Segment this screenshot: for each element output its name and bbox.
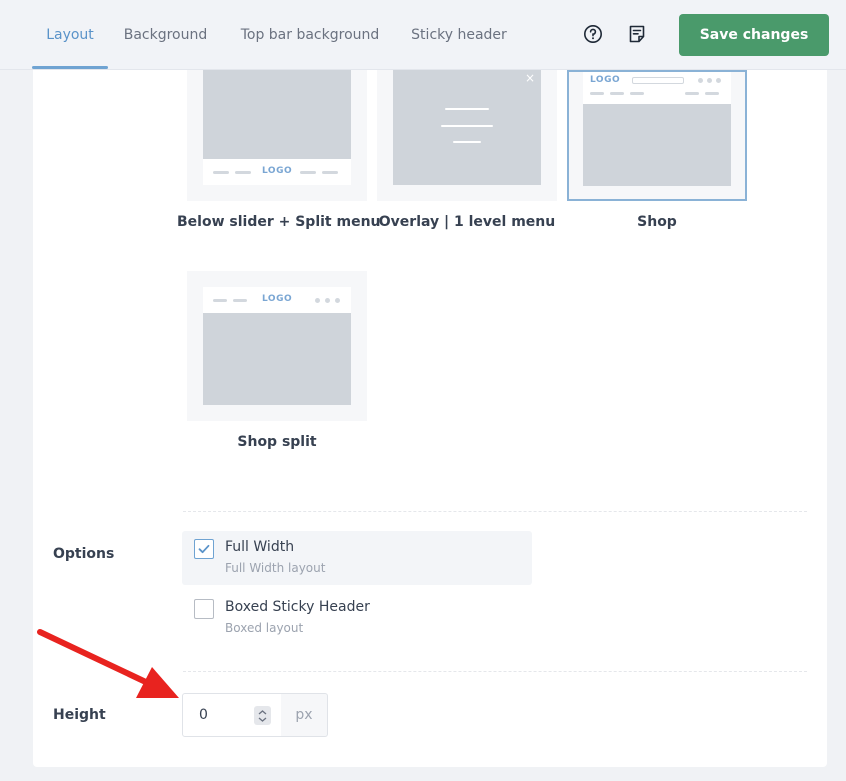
options-label: Options: [53, 546, 115, 562]
divider: [183, 671, 807, 672]
tab-top-bar-background[interactable]: Top bar background: [232, 0, 388, 70]
layout-card-overlay[interactable]: ×: [377, 70, 557, 201]
option-title: Boxed Sticky Header: [225, 599, 370, 615]
layout-label: Below slider + Split menu: [177, 214, 381, 230]
chevron-up-icon[interactable]: [258, 709, 267, 715]
content-preview: [203, 313, 351, 405]
tab-layout[interactable]: Layout: [32, 0, 108, 70]
option-title: Full Width: [225, 539, 295, 555]
header-preview: LOGO: [203, 287, 351, 313]
height-stepper[interactable]: [254, 706, 271, 725]
settings-panel: LOGO Below slider + Split menu × Overlay…: [33, 70, 827, 767]
menu-preview: LOGO: [203, 159, 351, 185]
save-changes-button[interactable]: Save changes: [679, 14, 829, 56]
top-bar: Layout Background Top bar background Sti…: [0, 0, 846, 70]
full-width-checkbox[interactable]: [194, 539, 214, 559]
divider: [183, 511, 807, 512]
logo-text: LOGO: [262, 166, 293, 176]
layout-card-shop-split[interactable]: LOGO: [187, 271, 367, 421]
chevron-down-icon[interactable]: [258, 717, 267, 722]
notes-icon[interactable]: [626, 23, 648, 45]
height-unit: px: [281, 693, 328, 737]
active-tab-indicator: [32, 66, 108, 69]
height-input-wrapper: [182, 693, 282, 737]
layout-card-shop[interactable]: LOGO: [567, 70, 747, 201]
full-width-option[interactable]: Full Width Full Width layout: [182, 531, 532, 585]
logo-text: LOGO: [590, 75, 621, 85]
layout-card-below-slider[interactable]: LOGO: [187, 70, 367, 201]
layout-label: Shop split: [237, 434, 317, 450]
tab-sticky-header[interactable]: Sticky header: [405, 0, 513, 70]
boxed-sticky-header-checkbox[interactable]: [194, 599, 214, 619]
close-icon: ×: [525, 71, 536, 85]
option-subtitle: Full Width layout: [225, 561, 326, 575]
tab-background[interactable]: Background: [118, 0, 213, 70]
logo-text: LOGO: [262, 294, 293, 304]
layout-label: Shop: [637, 214, 677, 230]
check-icon: [198, 544, 210, 554]
slider-preview: [203, 70, 351, 159]
content-preview: [583, 104, 731, 186]
height-input[interactable]: [183, 694, 253, 736]
height-label: Height: [53, 707, 106, 723]
layout-label: Overlay | 1 level menu: [378, 214, 556, 230]
boxed-sticky-header-option[interactable]: Boxed Sticky Header Boxed layout: [182, 591, 532, 645]
option-subtitle: Boxed layout: [225, 621, 304, 635]
overlay-preview: ×: [393, 70, 541, 185]
question-circle-icon[interactable]: [582, 23, 604, 45]
header-preview: LOGO: [583, 72, 731, 104]
